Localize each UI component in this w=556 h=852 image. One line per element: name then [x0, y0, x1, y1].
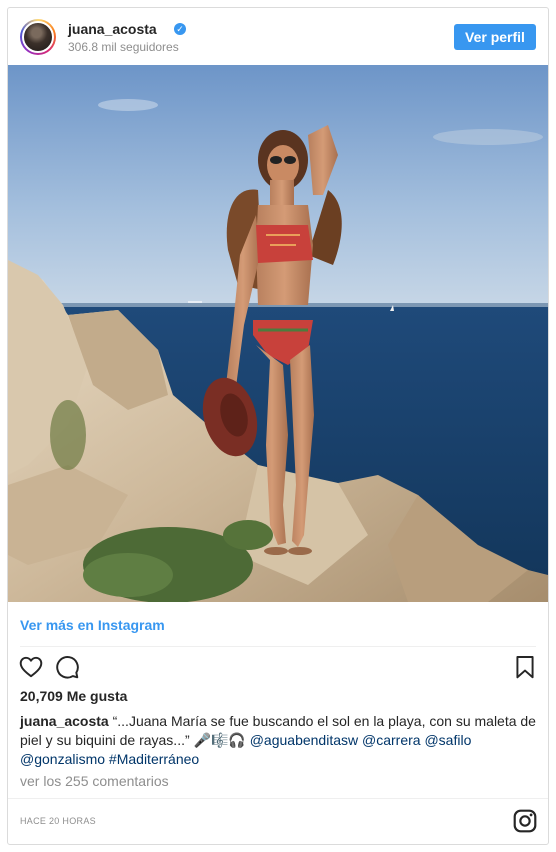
instagram-icon[interactable]: [512, 808, 538, 834]
tag-gonzalismo[interactable]: @gonzalismo: [20, 751, 105, 767]
username[interactable]: juana_acosta: [68, 21, 157, 37]
view-more-on-instagram-link[interactable]: Ver más en Instagram: [20, 617, 165, 633]
instagram-embed: juana_acosta ✓ 306.8 mil seguidores Ver …: [7, 7, 549, 845]
heart-icon[interactable]: [18, 654, 44, 680]
post-header: juana_acosta ✓ 306.8 mil seguidores Ver …: [8, 8, 548, 65]
avatar-image: [22, 21, 54, 53]
view-comments-link[interactable]: ver los 255 comentarios: [20, 773, 169, 789]
tag-aguabenditasw[interactable]: @aguabenditasw: [250, 732, 358, 748]
post-caption: juana_acosta “...Juana María se fue busc…: [20, 712, 536, 769]
beach-photo: [8, 65, 548, 602]
avatar[interactable]: [20, 19, 56, 55]
view-profile-button[interactable]: Ver perfil: [454, 24, 536, 50]
post-photo[interactable]: [8, 65, 548, 602]
follower-count: 306.8 mil seguidores: [68, 40, 179, 54]
comment-icon[interactable]: [54, 654, 80, 680]
verified-badge-icon: ✓: [174, 23, 186, 35]
like-count[interactable]: 20,709 Me gusta: [20, 688, 127, 704]
tag-safilo[interactable]: @safilo: [424, 732, 471, 748]
divider: [8, 798, 548, 799]
bookmark-icon[interactable]: [512, 654, 538, 680]
caption-username[interactable]: juana_acosta: [20, 713, 109, 729]
tag-carrera[interactable]: @carrera: [362, 732, 421, 748]
divider: [20, 646, 536, 647]
hashtag-maditerraneo[interactable]: #Maditerráneo: [109, 751, 199, 767]
post-timestamp: HACE 20 HORAS: [20, 816, 96, 826]
